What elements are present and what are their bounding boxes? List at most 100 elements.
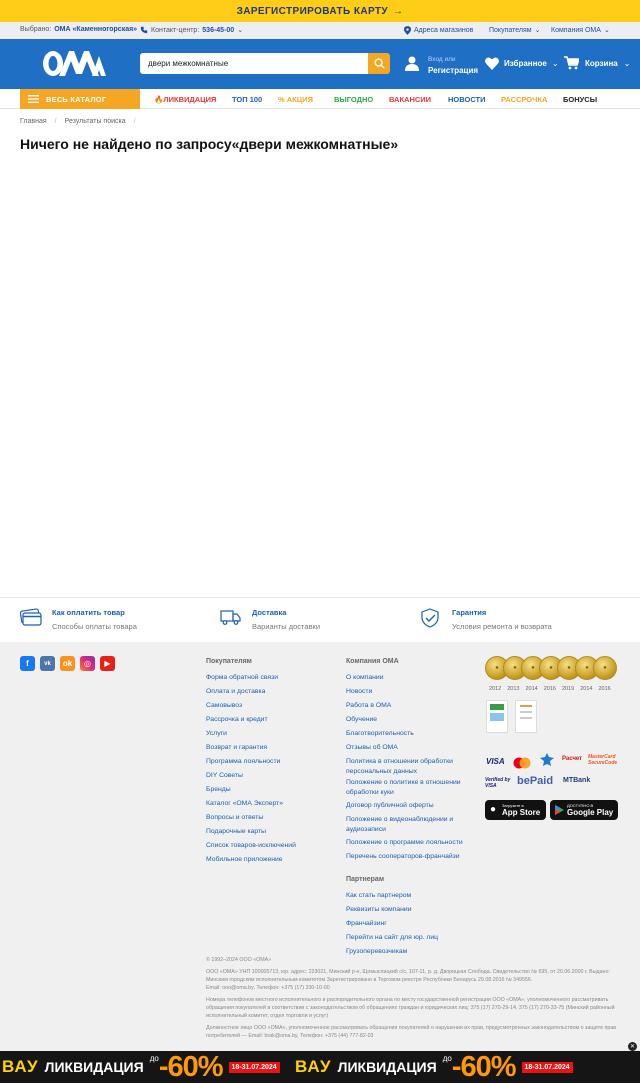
- footer-link[interactable]: Каталог «ОМА Эксперт»: [206, 797, 296, 811]
- footer-link[interactable]: Самовывоз: [206, 699, 296, 713]
- footer-link[interactable]: Как стать партнером: [346, 889, 464, 903]
- info-bar: Выбрано: ОМА «Каменногорская» Контакт-це…: [0, 22, 640, 39]
- footer-link[interactable]: Отзывы об ОМА: [346, 741, 464, 755]
- footer-link[interactable]: Благотворительность: [346, 727, 464, 741]
- store-addresses-link[interactable]: Адреса магазинов: [404, 26, 473, 35]
- bepaid-logo: bePaid: [517, 775, 554, 787]
- contact-center-number: 536-45-00: [202, 26, 235, 34]
- feature-delivery[interactable]: Доставка Варианты доставки: [220, 608, 320, 631]
- breadcrumb-home[interactable]: Главная: [20, 118, 47, 125]
- footer-link[interactable]: Мобильное приложение: [206, 853, 296, 867]
- footer-link[interactable]: Программа лояльности: [206, 755, 296, 769]
- footer-heading: Компания ОМА: [346, 658, 399, 665]
- legal-text: Номера телефонов местного исполнительног…: [206, 997, 615, 1019]
- nav-item-installment[interactable]: РАССРОЧКА: [501, 95, 547, 104]
- footer-heading: Партнерам: [346, 876, 385, 883]
- search-input[interactable]: [140, 53, 370, 74]
- close-icon[interactable]: ✕: [628, 1042, 637, 1051]
- selected-store[interactable]: Выбрано: ОМА «Каменногорская»: [20, 26, 137, 33]
- footer-link[interactable]: Перейти на сайт для юр. лиц: [346, 931, 464, 945]
- nav-item-news[interactable]: НОВОСТИ: [448, 95, 486, 104]
- footer-link[interactable]: Перечень сооператоров-франчайзи: [346, 850, 464, 864]
- login-register[interactable]: Вход или Регистрация: [428, 54, 478, 76]
- footer-link[interactable]: Политика в отношении обработки персональ…: [346, 757, 464, 776]
- search-icon: [373, 58, 385, 69]
- login-hint: Вход или: [428, 56, 456, 63]
- footer-link[interactable]: Список товаров-исключений: [206, 839, 296, 853]
- search-button[interactable]: [368, 53, 390, 74]
- footer-link[interactable]: Услуги: [206, 727, 296, 741]
- app-store-button[interactable]: ● Загрузите в App Store: [485, 800, 546, 820]
- nav-item-bonuses[interactable]: БОНУСЫ: [563, 95, 597, 104]
- main-nav: ВЕСЬ КАТАЛОГ 🔥ЛИКВИДАЦИЯ ТОП 100 % АКЦИЯ…: [0, 89, 640, 109]
- footer-link[interactable]: О компании: [346, 671, 464, 685]
- footer-link[interactable]: Бренды: [206, 783, 296, 797]
- promo-wow: ВАУ: [2, 1057, 39, 1076]
- promo-dates: 18-31.07.2024: [228, 1061, 280, 1073]
- legal-text: Должностное лицо ООО «ОМА», уполномоченн…: [206, 1025, 617, 1039]
- nav-item-top100[interactable]: ТОП 100: [232, 95, 262, 104]
- footer-link[interactable]: Возврат и гарантия: [206, 741, 296, 755]
- footer-link[interactable]: Обучение: [346, 713, 464, 727]
- feature-payment[interactable]: Как оплатить товар Способы оплаты товара: [20, 608, 137, 631]
- footer-link[interactable]: Положение о политике в отношении обработ…: [346, 778, 464, 797]
- youtube-icon[interactable]: ▶: [100, 656, 115, 671]
- register-card-banner[interactable]: ЗАРЕГИСТРИРОВАТЬ КАРТУ →: [0, 0, 640, 22]
- legal-text: ООО «ОМА» УНП 100005713, юр. адрес: 2230…: [206, 969, 610, 983]
- catalog-button[interactable]: ВЕСЬ КАТАЛОГ: [20, 89, 140, 109]
- footer-link[interactable]: Реквизиты компании: [346, 903, 464, 917]
- footer-link[interactable]: Форма обратной связи: [206, 671, 296, 685]
- nav-item-vacancies[interactable]: ВАКАНСИИ: [389, 95, 431, 104]
- chevron-down-icon: ⌄: [551, 59, 559, 68]
- footer-link[interactable]: Вопросы и ответы: [206, 811, 296, 825]
- nav-item-label: ЛИКВИДАЦИЯ: [163, 95, 217, 104]
- credit-card-icon: [20, 608, 42, 626]
- mastercard-logo: [512, 756, 532, 769]
- vk-icon[interactable]: vk: [40, 656, 55, 671]
- odnoklassniki-icon[interactable]: ok: [60, 656, 75, 671]
- google-play-button[interactable]: ДОСТУПНО В Google Play: [550, 800, 618, 820]
- instagram-icon[interactable]: ◎: [80, 656, 95, 671]
- footer-link[interactable]: Положение о программе лояльности: [346, 836, 464, 850]
- medal-year: 2013: [507, 686, 520, 692]
- location-pin-icon: [404, 26, 411, 35]
- certificate-icon: [515, 700, 537, 733]
- feature-title: Как оплатить товар: [52, 608, 125, 617]
- nav-item-profitable[interactable]: ВЫГОДНО: [334, 95, 373, 104]
- company-menu[interactable]: Компания ОМА ⌄: [551, 26, 610, 35]
- footer-link[interactable]: Оплата и доставка: [206, 685, 296, 699]
- cart-button[interactable]: Корзина ⌄: [564, 56, 630, 70]
- feature-warranty[interactable]: Гарантия Условия ремонта и возврата: [420, 608, 552, 631]
- copyright: © 1992–2024 ООО «ОМА»: [206, 957, 272, 963]
- hamburger-icon: [28, 95, 39, 103]
- contact-center-label: Контакт-центр:: [151, 26, 200, 34]
- favorites-button[interactable]: Избранное ⌄: [485, 57, 559, 70]
- facebook-icon[interactable]: f: [20, 656, 35, 671]
- store-addresses-label: Адреса магазинов: [414, 27, 474, 34]
- buyers-menu-label: Покупателям: [489, 26, 532, 34]
- footer-link[interactable]: Подарочные карты: [206, 825, 296, 839]
- nav-item-liquidation[interactable]: 🔥ЛИКВИДАЦИЯ: [154, 95, 216, 104]
- oma-logo[interactable]: [42, 50, 106, 77]
- footer-link[interactable]: Новости: [346, 685, 464, 699]
- liquidation-promo-banner[interactable]: ВАУ ЛИКВИДАЦИЯ до -60% 18-31.07.2024 ВАУ…: [0, 1051, 640, 1083]
- footer-link[interactable]: DIY Советы: [206, 769, 296, 783]
- raschet-logo: Расчет: [562, 756, 583, 762]
- footer-link[interactable]: Работа в ОМА: [346, 699, 464, 713]
- user-icon[interactable]: [404, 55, 420, 73]
- footer-link[interactable]: Договор публичной оферты: [346, 799, 464, 813]
- catalog-label: ВЕСЬ КАТАЛОГ: [46, 94, 107, 104]
- contact-center[interactable]: Контакт-центр: 536-45-00 ⌄: [140, 26, 243, 34]
- percent-icon: %: [278, 95, 285, 104]
- buyers-menu[interactable]: Покупателям ⌄: [489, 26, 540, 35]
- footer-link[interactable]: Положение о видеонаблюдении и аудиозапис…: [346, 815, 464, 834]
- promo-percent: -60%: [451, 1051, 517, 1083]
- promo-label: ЛИКВИДАЦИЯ: [44, 1059, 144, 1075]
- site-header: Вход или Регистрация Избранное ⌄ Корзина…: [0, 39, 640, 89]
- visa-logo: VISA: [486, 757, 505, 766]
- nav-item-promo[interactable]: % АКЦИЯ: [278, 95, 313, 104]
- footer-link[interactable]: Рассрочка и кредит: [206, 713, 296, 727]
- company-menu-label: Компания ОМА: [551, 26, 601, 34]
- footer-link[interactable]: Франчайзинг: [346, 917, 464, 931]
- cart-label: Корзина: [585, 58, 618, 68]
